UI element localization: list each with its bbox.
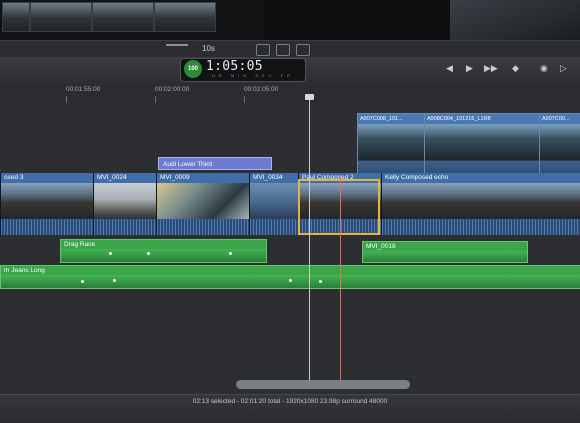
- connected-clip[interactable]: A908C004_101216_L1R8: [424, 113, 540, 180]
- audio-clip[interactable]: MVI_0018: [362, 241, 528, 263]
- clip-name: A907C00...: [540, 114, 580, 124]
- title-clip-label: Audi Lower Third: [163, 161, 213, 168]
- storyline-clip[interactable]: Kelly Composed echo: [381, 173, 580, 235]
- volume-keyframe[interactable]: [229, 252, 232, 255]
- volume-keyframe[interactable]: [147, 252, 150, 255]
- effects-browser-icon[interactable]: ◉: [540, 63, 548, 74]
- skimmer: [340, 176, 341, 388]
- audio-clip[interactable]: Drag Race: [60, 239, 267, 263]
- clip-name: osed 3: [1, 173, 93, 183]
- status-text: 02:13 selected - 02:01:20 total - 1920x1…: [192, 398, 388, 405]
- timecode-percent-badge: 100: [184, 60, 202, 78]
- clip-thumbnail: [540, 124, 580, 160]
- clip-name: MVI_0018: [363, 242, 527, 251]
- title-clip[interactable]: Audi Lower Third: [158, 157, 272, 170]
- clip-name: MVI_0024: [94, 173, 156, 183]
- final-cut-window: 10s ◀ ▶ ▶▶ ◆ ◉ ▷ 100 1:05:05 HR MIN SEC …: [0, 0, 580, 423]
- timecode-value: 1:05:05: [206, 59, 263, 74]
- clip-thumbnail: [425, 124, 539, 160]
- ruler-tick: [155, 96, 156, 103]
- clip-name: m Jeans Long: [1, 266, 580, 275]
- settings-icon[interactable]: [276, 44, 290, 56]
- list-view-icon[interactable]: [296, 44, 310, 56]
- storyline-clip[interactable]: MVI_0009: [156, 173, 249, 235]
- clip-audio-waveform: [157, 219, 249, 235]
- volume-keyframe[interactable]: [289, 279, 292, 282]
- playhead[interactable]: [309, 96, 310, 388]
- timecode-units: HR MIN SEC FR: [212, 73, 294, 78]
- clip-name: MVI_0009: [157, 173, 249, 183]
- volume-keyframe[interactable]: [109, 252, 112, 255]
- skip-back-icon[interactable]: ◀: [446, 63, 453, 74]
- transitions-icon[interactable]: ▷: [560, 63, 567, 74]
- storyline-clip[interactable]: osed 3: [0, 173, 93, 235]
- play-icon[interactable]: ▶: [466, 63, 473, 74]
- ruler-tick-label: 00:02:05:00: [244, 86, 279, 93]
- filmstrip-view-icon[interactable]: [256, 44, 270, 56]
- clip-thumbnail: [157, 183, 249, 219]
- clip-name: A907C008_101...: [358, 114, 424, 124]
- music-audio-clip[interactable]: m Jeans Long: [0, 265, 580, 289]
- clip-name: Kelly Composed echo: [382, 173, 580, 183]
- browser-thumbnail[interactable]: [30, 2, 92, 32]
- skip-forward-icon[interactable]: ▶▶: [484, 63, 498, 74]
- storyline-clip[interactable]: MVI_0034: [249, 173, 298, 235]
- zoom-slider[interactable]: [166, 44, 188, 46]
- ruler-tick-label: 00:01:55:00: [66, 86, 101, 93]
- clip-audio-waveform: [382, 219, 580, 235]
- zoom-value: 10s: [202, 44, 215, 53]
- clip-thumbnail: [250, 183, 298, 219]
- volume-keyframe[interactable]: [319, 280, 322, 283]
- volume-keyframe[interactable]: [113, 279, 116, 282]
- browser-thumbnail[interactable]: [92, 2, 154, 32]
- browser-toolbar: 10s: [0, 40, 580, 58]
- ruler-tick: [66, 96, 67, 103]
- clip-name: Drag Race: [61, 240, 266, 249]
- browser-thumbnail[interactable]: [2, 2, 30, 32]
- horizontal-scrollbar[interactable]: [236, 380, 410, 389]
- browser-thumbnail[interactable]: [154, 2, 216, 32]
- volume-keyframe[interactable]: [81, 280, 84, 283]
- clip-audio-waveform: [94, 219, 156, 235]
- clip-audio-waveform: [250, 219, 298, 235]
- audio-waveform: [61, 249, 266, 262]
- ruler-tick-label: 00:02:00:00: [155, 86, 190, 93]
- audio-waveform: [363, 251, 527, 262]
- connected-clip[interactable]: A907C008_101...: [357, 113, 425, 180]
- playhead-handle[interactable]: [305, 94, 314, 100]
- clip-name: MVI_0034: [250, 173, 298, 183]
- ruler-tick: [244, 96, 245, 103]
- clip-thumbnail: [358, 124, 424, 160]
- clip-name: A908C004_101216_L1R8: [425, 114, 539, 124]
- connected-clip[interactable]: A907C00...: [539, 113, 580, 180]
- clip-thumbnail: [1, 183, 93, 219]
- clip-thumbnail: [94, 183, 156, 219]
- audio-meter-icon[interactable]: ◆: [512, 63, 519, 74]
- clip-thumbnail: [382, 183, 580, 219]
- storyline-clip[interactable]: MVI_0024: [93, 173, 156, 235]
- clip-audio-waveform: [1, 219, 93, 235]
- event-browser-filmstrip[interactable]: [0, 0, 265, 40]
- selection-outline: [298, 179, 380, 235]
